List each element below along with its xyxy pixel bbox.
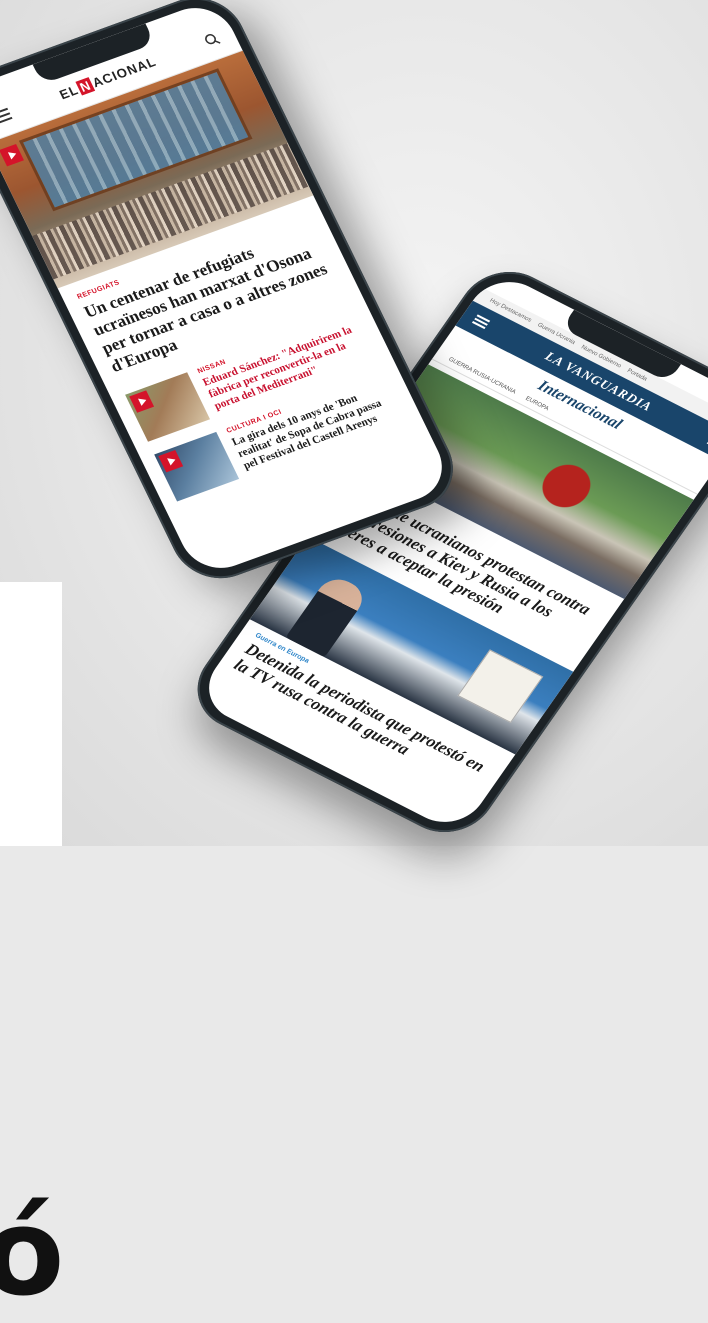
story-thumbnail[interactable]: [154, 431, 240, 502]
video-icon[interactable]: [158, 449, 184, 473]
partial-letter: ó: [0, 1184, 65, 1323]
photo-sign: [457, 649, 544, 723]
menu-icon[interactable]: [0, 107, 13, 125]
search-icon[interactable]: [202, 31, 221, 48]
white-panel: ó: [0, 582, 64, 1314]
video-icon[interactable]: [129, 390, 155, 413]
video-icon[interactable]: [0, 143, 24, 167]
menu-icon[interactable]: [471, 314, 491, 330]
